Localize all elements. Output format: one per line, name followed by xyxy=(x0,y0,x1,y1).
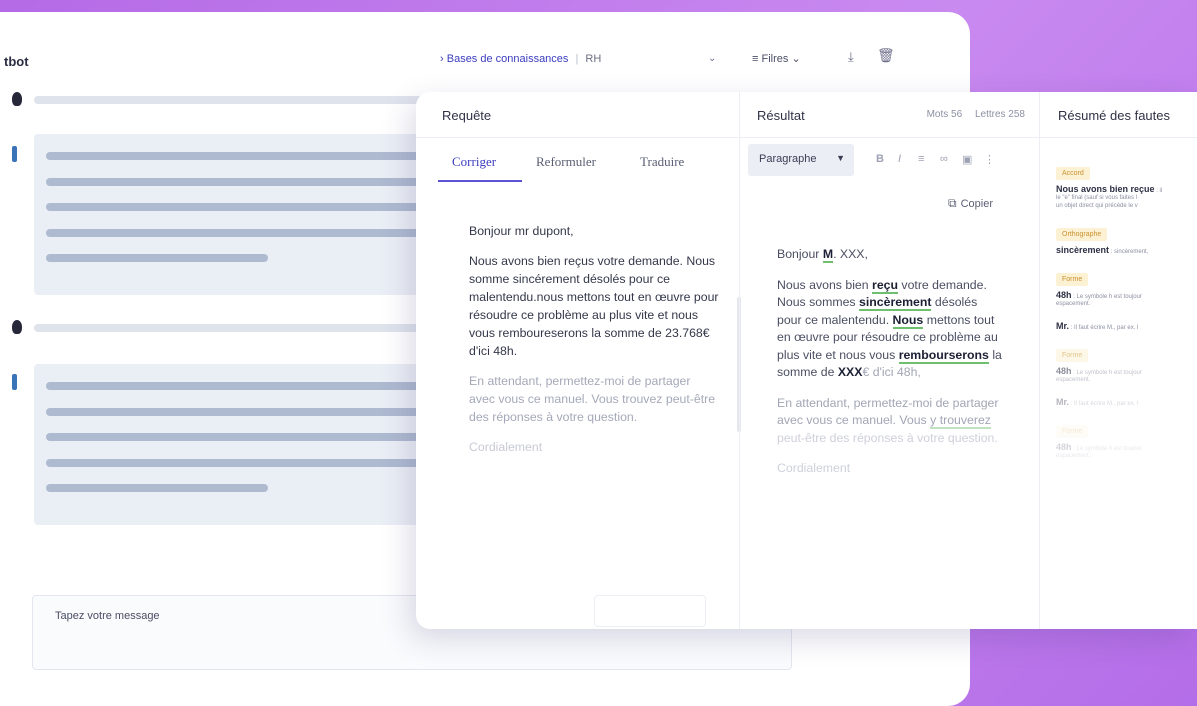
link-icon[interactable]: ∞ xyxy=(940,153,948,165)
request-column: Requête Corriger Reformuler Traduire Bon… xyxy=(416,92,738,629)
breadcrumb-chevron-icon: › xyxy=(440,53,444,65)
result-paragraph: En attendant, permettez-moi de partager … xyxy=(777,395,999,445)
error-badge: Orthographe xyxy=(1056,228,1108,241)
result-text[interactable]: Bonjour M. XXX, Nous avons bien reçu vot… xyxy=(777,246,1002,491)
word-count: Mots 56 xyxy=(926,109,963,120)
list-icon[interactable]: ≡ xyxy=(918,153,924,165)
bot-avatar xyxy=(12,146,17,162)
error-item[interactable]: Mr. : Il faut écrire M., par ex. l xyxy=(1056,321,1197,331)
message-placeholder-line xyxy=(34,324,434,332)
submit-button[interactable] xyxy=(594,595,706,627)
message-placeholder-line xyxy=(34,96,434,104)
result-title: Résultat xyxy=(757,108,805,123)
error-badge: Forme xyxy=(1056,349,1089,362)
active-tab-indicator xyxy=(438,180,522,182)
correction: reçu xyxy=(872,277,899,294)
correction: M xyxy=(822,247,834,263)
bold-icon[interactable]: B xyxy=(876,153,884,165)
bot-message-bubble xyxy=(34,134,434,295)
caret-down-icon: ▼ xyxy=(836,153,845,163)
result-greeting: Bonjour M. XXX, xyxy=(777,247,868,263)
error-item[interactable]: Forme 48h : Le symbole h est toujour esp… xyxy=(1056,420,1197,460)
knowledge-base-selector[interactable]: › Bases de connaissances | RH xyxy=(440,44,601,74)
user-avatar xyxy=(12,320,22,334)
error-item[interactable]: Forme 48h : Le symbole h est toujour esp… xyxy=(1056,268,1197,308)
trash-icon[interactable]: 🗑 xyxy=(877,48,895,64)
bot-avatar xyxy=(12,374,17,390)
chevron-down-icon[interactable]: ⌄ xyxy=(708,53,716,64)
correction: Nous xyxy=(892,312,924,329)
error-item[interactable]: Mr. : Il faut écrire M., par ex. l xyxy=(1056,397,1197,407)
image-icon[interactable]: ▣ xyxy=(962,153,972,166)
divider: | xyxy=(575,53,579,65)
request-paragraph: Nous avons bien reçus votre demande. Nou… xyxy=(469,254,719,358)
result-column: Résultat Mots 56 Lettres 258 Paragraphe … xyxy=(739,92,1039,629)
request-closing: Cordialement xyxy=(469,440,543,454)
summary-title: Résumé des fautes xyxy=(1058,108,1171,123)
request-paragraph: En attendant, permettez-moi de partager … xyxy=(469,374,716,424)
chevron-down-icon: ⌄ xyxy=(791,53,801,65)
request-tabs: Corriger Reformuler Traduire xyxy=(438,144,728,182)
filter-lines-icon: ≡ xyxy=(752,53,759,65)
download-icon[interactable]: ⤓ xyxy=(848,50,854,65)
result-paragraph: Nous avons bien reçu votre demande. Nous… xyxy=(777,277,1002,379)
error-summary-column: Résumé des fautes Accord Nous avons bien… xyxy=(1039,92,1197,629)
filters-label: Filres xyxy=(761,53,789,65)
message-input-placeholder: Tapez votre message xyxy=(55,610,160,622)
correction: XXX xyxy=(837,365,863,379)
copy-button[interactable]: ⧉ Copier xyxy=(948,196,993,211)
error-badge: Forme xyxy=(1056,273,1089,286)
tab-traduire[interactable]: Traduire xyxy=(640,154,684,170)
error-item[interactable]: Orthographe sincèrement : sincèrement, xyxy=(1056,223,1197,255)
more-icon[interactable]: ⋮ xyxy=(984,153,995,166)
request-greeting: Bonjour mr dupont, xyxy=(469,224,574,238)
knowledge-base-value: RH xyxy=(585,53,602,65)
knowledge-base-label: Bases de connaissances xyxy=(446,53,569,65)
error-badge: Accord xyxy=(1056,167,1090,180)
filters-button[interactable]: ≡ Filres ⌄ xyxy=(752,52,801,65)
tab-corriger[interactable]: Corriger xyxy=(452,154,496,170)
correction: sincèrement xyxy=(859,295,932,311)
user-avatar xyxy=(12,92,22,106)
request-title: Requête xyxy=(442,108,492,123)
letter-count: Lettres 258 xyxy=(974,109,1025,120)
text-counts: Mots 56 Lettres 258 xyxy=(917,109,1025,120)
bot-message-bubble xyxy=(34,364,434,525)
chatbot-title: tbot xyxy=(4,54,29,69)
copy-icon: ⧉ xyxy=(948,196,957,210)
correction-panel: Requête Corriger Reformuler Traduire Bon… xyxy=(416,92,1197,629)
error-item[interactable]: Forme 48h : Le symbole h est toujour esp… xyxy=(1056,344,1197,384)
request-text[interactable]: Bonjour mr dupont, Nous avons bien reçus… xyxy=(469,222,719,468)
italic-icon[interactable]: I xyxy=(898,153,901,165)
correction: y trouverez xyxy=(930,413,991,429)
format-toolbar: Paragraphe ▼ B I ≡ ∞ ▣ ⋮ xyxy=(748,144,1038,176)
correction: rembourserons xyxy=(898,347,989,364)
error-item[interactable]: Accord Nous avons bien reçue : il le "e"… xyxy=(1056,162,1197,210)
error-list: Accord Nous avons bien reçue : il le "e"… xyxy=(1056,162,1197,473)
error-badge: Forme xyxy=(1056,425,1089,438)
result-closing: Cordialement xyxy=(777,461,851,475)
tab-reformuler[interactable]: Reformuler xyxy=(536,154,596,170)
paragraph-style-select[interactable]: Paragraphe ▼ xyxy=(748,144,854,176)
